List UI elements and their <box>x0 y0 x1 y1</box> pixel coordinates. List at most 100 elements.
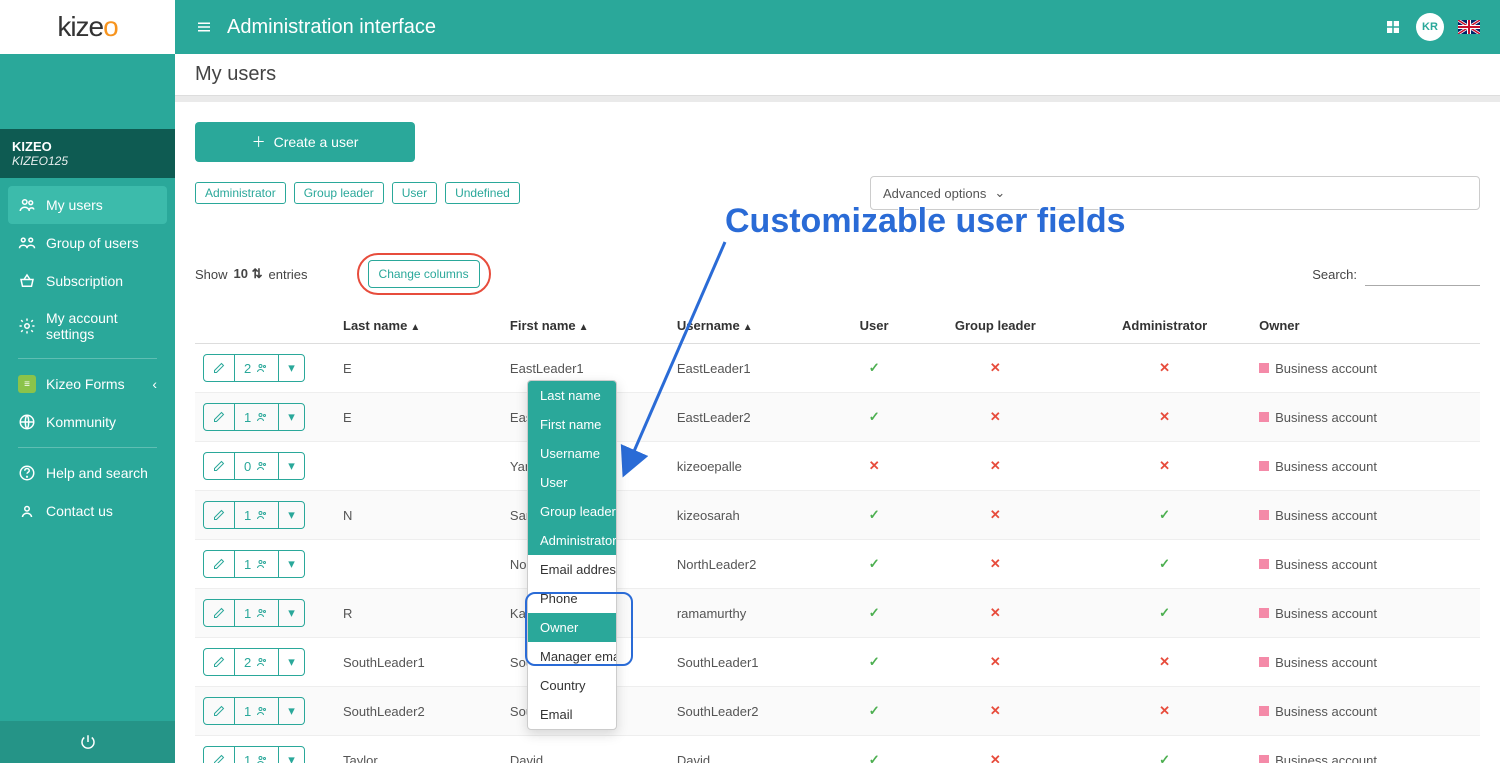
groups-button[interactable]: 1 <box>235 698 279 724</box>
table-row: 1 ▾ SouthLeader2 SouthLeader2 SouthLeade… <box>195 687 1480 736</box>
cell-owner: Business account <box>1251 344 1480 393</box>
col-first-name[interactable]: First name▲ <box>502 308 669 344</box>
groups-button[interactable]: 1 <box>235 551 279 577</box>
column-option[interactable]: Phone <box>528 584 616 613</box>
menu-icon[interactable] <box>195 18 213 36</box>
column-option[interactable]: Country <box>528 671 616 700</box>
logo[interactable]: kizeo <box>0 0 175 54</box>
more-button[interactable]: ▾ <box>279 747 304 763</box>
cell-username: kizeosarah <box>669 491 836 540</box>
column-option[interactable]: First name <box>528 410 616 439</box>
page-size-select[interactable]: 10 ⇅ <box>234 266 263 282</box>
cell-user: ✓ <box>836 687 913 736</box>
cell-group-leader: ✕ <box>913 687 1079 736</box>
cell-last-name: N <box>335 491 502 540</box>
groups-button[interactable]: 1 <box>235 404 279 430</box>
column-option[interactable]: Group leader <box>528 497 616 526</box>
avatar[interactable]: KR <box>1416 13 1444 41</box>
role-filter-administrator[interactable]: Administrator <box>195 182 286 204</box>
cell-user: ✓ <box>836 589 913 638</box>
column-option[interactable]: Owner <box>528 613 616 642</box>
edit-button[interactable] <box>204 453 235 479</box>
power-button[interactable] <box>0 721 175 763</box>
groups-button[interactable]: 1 <box>235 502 279 528</box>
groups-button[interactable]: 1 <box>235 747 279 763</box>
row-actions: 0 ▾ <box>203 452 305 480</box>
column-option[interactable]: Administrator <box>528 526 616 555</box>
groups-button[interactable]: 2 <box>235 649 279 675</box>
apps-icon[interactable] <box>1384 18 1402 36</box>
col-group-leader[interactable]: Group leader <box>913 308 1079 344</box>
edit-button[interactable] <box>204 502 235 528</box>
edit-button[interactable] <box>204 747 235 763</box>
create-user-button[interactable]: ＋ Create a user <box>195 122 415 162</box>
cell-owner: Business account <box>1251 589 1480 638</box>
advanced-options[interactable]: Advanced options ⌄ <box>870 176 1480 210</box>
row-actions: 2 ▾ <box>203 648 305 676</box>
role-filter-user[interactable]: User <box>392 182 437 204</box>
column-option[interactable]: Last name <box>528 381 616 410</box>
edit-button[interactable] <box>204 404 235 430</box>
col-user[interactable]: User <box>836 308 913 344</box>
more-button[interactable]: ▾ <box>279 453 304 479</box>
change-columns-button[interactable]: Change columns <box>368 260 480 288</box>
column-option[interactable]: Email address <box>528 555 616 584</box>
sidebar-item-group-of-users[interactable]: Group of users <box>8 224 167 262</box>
edit-button[interactable] <box>204 698 235 724</box>
plus-icon: ＋ <box>252 132 266 152</box>
groups-button[interactable]: 1 <box>235 600 279 626</box>
cell-user: ✓ <box>836 540 913 589</box>
groups-button[interactable]: 2 <box>235 355 279 381</box>
sidebar-item-contact[interactable]: Contact us <box>8 492 167 530</box>
cell-administrator: ✕ <box>1078 687 1251 736</box>
more-button[interactable]: ▾ <box>279 551 304 577</box>
col-administrator[interactable]: Administrator <box>1078 308 1251 344</box>
page-title: My users <box>175 54 1500 96</box>
role-filter-undefined[interactable]: Undefined <box>445 182 520 204</box>
cell-administrator: ✕ <box>1078 344 1251 393</box>
advanced-options-label: Advanced options <box>883 186 986 201</box>
table-row: 2 ▾ SouthLeader1 SouthLeader1 SouthLeade… <box>195 638 1480 687</box>
cell-user: ✓ <box>836 491 913 540</box>
power-icon <box>79 733 97 751</box>
role-filter-group-leader[interactable]: Group leader <box>294 182 384 204</box>
topbar: Administration interface KR <box>175 0 1500 54</box>
edit-button[interactable] <box>204 649 235 675</box>
sidebar-item-help[interactable]: Help and search <box>8 454 167 492</box>
column-option[interactable]: Manager email <box>528 642 616 671</box>
column-option[interactable]: User <box>528 468 616 497</box>
edit-button[interactable] <box>204 600 235 626</box>
sidebar-item-kizeo-forms[interactable]: ≡ Kizeo Forms ‹ <box>8 365 167 403</box>
flag-uk-icon[interactable] <box>1458 20 1480 34</box>
more-button[interactable]: ▾ <box>279 404 304 430</box>
cell-user: ✕ <box>836 442 913 491</box>
col-username[interactable]: Username▲ <box>669 308 836 344</box>
sidebar-item-subscription[interactable]: Subscription <box>8 262 167 300</box>
users-icon <box>18 196 36 214</box>
edit-button[interactable] <box>204 355 235 381</box>
table-row: 1 ▾ NorthLeader2 NorthLeader2 ✓ ✕ ✓ Busi… <box>195 540 1480 589</box>
groups-button[interactable]: 0 <box>235 453 279 479</box>
create-user-label: Create a user <box>274 134 359 150</box>
cell-group-leader: ✕ <box>913 589 1079 638</box>
search-input[interactable] <box>1365 262 1480 286</box>
more-button[interactable]: ▾ <box>279 600 304 626</box>
cell-owner: Business account <box>1251 540 1480 589</box>
cell-user: ✓ <box>836 638 913 687</box>
sidebar-item-kommunity[interactable]: Kommunity <box>8 403 167 441</box>
column-option[interactable]: Email <box>528 700 616 729</box>
col-owner[interactable]: Owner <box>1251 308 1480 344</box>
edit-button[interactable] <box>204 551 235 577</box>
sidebar-item-account-settings[interactable]: My account settings <box>8 300 167 352</box>
more-button[interactable]: ▾ <box>279 355 304 381</box>
table-row: 1 ▾ Taylor David David ✓ ✕ ✓ Business ac… <box>195 736 1480 763</box>
cell-group-leader: ✕ <box>913 638 1079 687</box>
col-last-name[interactable]: Last name▲ <box>335 308 502 344</box>
more-button[interactable]: ▾ <box>279 649 304 675</box>
group-icon <box>18 234 36 252</box>
cell-username: NorthLeader2 <box>669 540 836 589</box>
more-button[interactable]: ▾ <box>279 502 304 528</box>
sidebar-item-my-users[interactable]: My users <box>8 186 167 224</box>
column-option[interactable]: Username <box>528 439 616 468</box>
more-button[interactable]: ▾ <box>279 698 304 724</box>
